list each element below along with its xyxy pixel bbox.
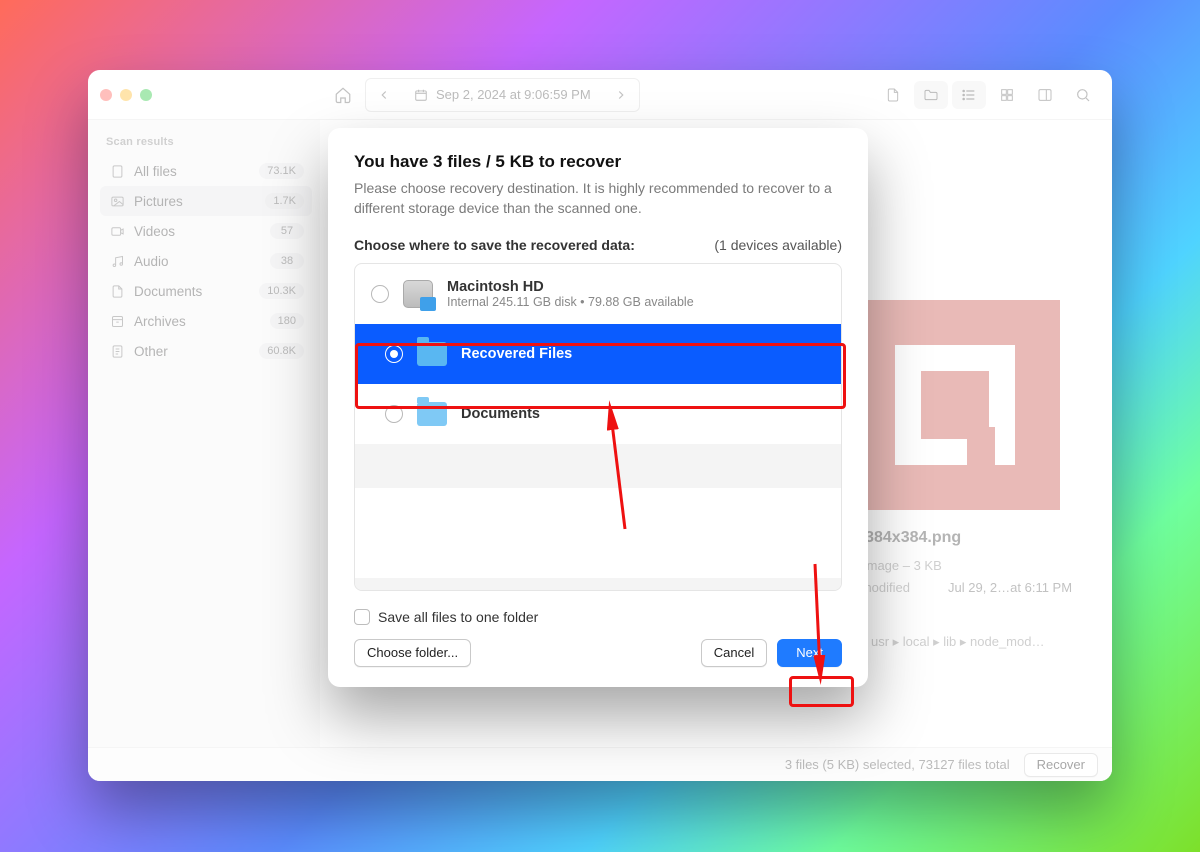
destination-documents[interactable]: Documents [355, 384, 841, 444]
folder-icon [417, 342, 447, 366]
choose-label: Choose where to save the recovered data: [354, 237, 635, 253]
choose-folder-button[interactable]: Choose folder... [354, 639, 471, 667]
list-placeholder-row [355, 578, 841, 590]
destination-name: Documents [461, 406, 540, 422]
destination-recovered-files[interactable]: Recovered Files [355, 324, 841, 384]
list-placeholder-row [355, 444, 841, 488]
save-all-label: Save all files to one folder [378, 609, 538, 625]
destination-name: Macintosh HD [447, 279, 694, 295]
radio-unchecked-icon [371, 285, 389, 303]
folder-icon [417, 402, 447, 426]
next-button[interactable]: Next [777, 639, 842, 667]
destination-list: Macintosh HD Internal 245.11 GB disk • 7… [354, 263, 842, 591]
destination-macintosh-hd[interactable]: Macintosh HD Internal 245.11 GB disk • 7… [355, 264, 841, 324]
hdd-icon [403, 280, 433, 308]
modal-title: You have 3 files / 5 KB to recover [354, 152, 842, 172]
destination-meta: Internal 245.11 GB disk • 79.88 GB avail… [447, 295, 694, 309]
radio-checked-icon [385, 345, 403, 363]
radio-unchecked-icon [385, 405, 403, 423]
modal-description: Please choose recovery destination. It i… [354, 178, 842, 219]
recovery-destination-modal: You have 3 files / 5 KB to recover Pleas… [328, 128, 868, 687]
cancel-button[interactable]: Cancel [701, 639, 767, 667]
destination-name: Recovered Files [461, 346, 572, 362]
save-all-row[interactable]: Save all files to one folder [354, 609, 842, 625]
devices-available: (1 devices available) [714, 237, 842, 253]
checkbox-icon[interactable] [354, 609, 370, 625]
